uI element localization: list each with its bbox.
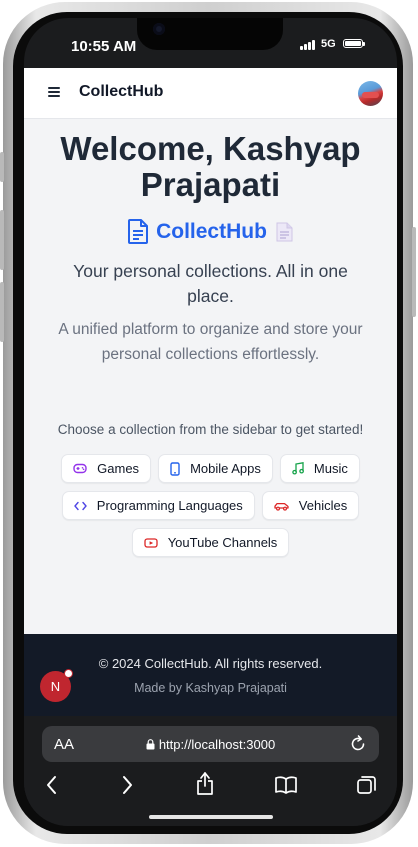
battery-icon bbox=[343, 39, 365, 48]
collection-chip-music[interactable]: Music bbox=[279, 454, 360, 483]
brand-row: CollectHub bbox=[24, 219, 397, 244]
volume-down-button bbox=[0, 282, 4, 342]
collection-chip-label: Music bbox=[313, 461, 348, 476]
bookmarks-icon[interactable] bbox=[274, 774, 298, 796]
browser-nav-bar bbox=[24, 772, 397, 802]
page-emoji-icon bbox=[276, 222, 293, 241]
share-icon[interactable] bbox=[195, 770, 215, 796]
smartphone-icon bbox=[170, 461, 180, 476]
welcome-heading-line1: Welcome, Kashyap bbox=[60, 130, 361, 167]
app-header: CollectHub bbox=[24, 68, 397, 119]
code-icon bbox=[74, 501, 87, 510]
car-icon bbox=[274, 502, 289, 511]
welcome-heading-line2: Prajapati bbox=[140, 166, 281, 203]
nextjs-dev-badge[interactable]: N bbox=[40, 669, 73, 702]
welcome-heading: Welcome, Kashyap Prajapati bbox=[24, 131, 397, 203]
collection-chip-vehicles[interactable]: Vehicles bbox=[261, 491, 360, 520]
status-time: 10:55 AM bbox=[71, 38, 137, 55]
collection-chip-games[interactable]: Games bbox=[61, 454, 152, 483]
page-footer: © 2024 CollectHub. All rights reserved. … bbox=[24, 634, 397, 716]
collection-chips: Games Mobile Apps Music Programming Lang… bbox=[24, 454, 397, 565]
collection-chip-label: YouTube Channels bbox=[167, 535, 278, 550]
gamepad-icon bbox=[73, 463, 87, 474]
choose-collection-text: Choose a collection from the sidebar to … bbox=[57, 422, 364, 437]
phone-screen: 10:55 AM 5G CollectHub Welcome, Kashyap … bbox=[24, 18, 397, 826]
header-brand[interactable]: CollectHub bbox=[79, 83, 163, 101]
power-button bbox=[412, 227, 416, 317]
collection-chip-label: Mobile Apps bbox=[190, 461, 261, 476]
collection-chip-label: Vehicles bbox=[298, 498, 348, 513]
safari-toolbar: AA http://localhost:3000 bbox=[24, 716, 397, 826]
url-display[interactable]: http://localhost:3000 bbox=[42, 737, 379, 752]
collection-chip-programming-languages[interactable]: Programming Languages bbox=[61, 491, 255, 520]
tabs-icon[interactable] bbox=[356, 774, 378, 796]
forward-icon[interactable] bbox=[120, 774, 134, 796]
home-indicator[interactable] bbox=[149, 815, 273, 819]
address-bar[interactable]: AA http://localhost:3000 bbox=[42, 726, 379, 762]
camera-icon bbox=[153, 23, 165, 35]
collection-chip-label: Games bbox=[97, 461, 140, 476]
lock-icon bbox=[146, 739, 155, 750]
footer-made-by: Made by Kashyap Prajapati bbox=[134, 681, 287, 695]
document-icon bbox=[128, 219, 149, 244]
network-type: 5G bbox=[321, 38, 336, 50]
brand-title: CollectHub bbox=[156, 219, 267, 243]
hamburger-menu-icon[interactable] bbox=[48, 87, 60, 97]
collection-chip-youtube-channels[interactable]: YouTube Channels bbox=[131, 528, 290, 557]
collection-chip-label: Programming Languages bbox=[96, 498, 243, 513]
web-page: CollectHub Welcome, Kashyap Prajapati Co… bbox=[24, 68, 397, 716]
youtube-icon bbox=[144, 537, 158, 548]
user-avatar[interactable] bbox=[358, 81, 383, 106]
collection-chip-mobile-apps[interactable]: Mobile Apps bbox=[158, 454, 273, 483]
dynamic-island bbox=[137, 18, 283, 50]
url-text: http://localhost:3000 bbox=[158, 737, 276, 752]
volume-up-button bbox=[0, 210, 4, 270]
tagline: Your personal collections. All in one pl… bbox=[73, 261, 348, 306]
description: A unified platform to organize and store… bbox=[58, 321, 363, 363]
reload-icon[interactable] bbox=[349, 733, 367, 753]
footer-copyright: © 2024 CollectHub. All rights reserved. bbox=[98, 656, 323, 671]
back-icon[interactable] bbox=[45, 774, 59, 796]
mute-switch bbox=[0, 152, 4, 182]
signal-strength-icon bbox=[300, 40, 315, 50]
music-note-icon bbox=[292, 462, 304, 475]
